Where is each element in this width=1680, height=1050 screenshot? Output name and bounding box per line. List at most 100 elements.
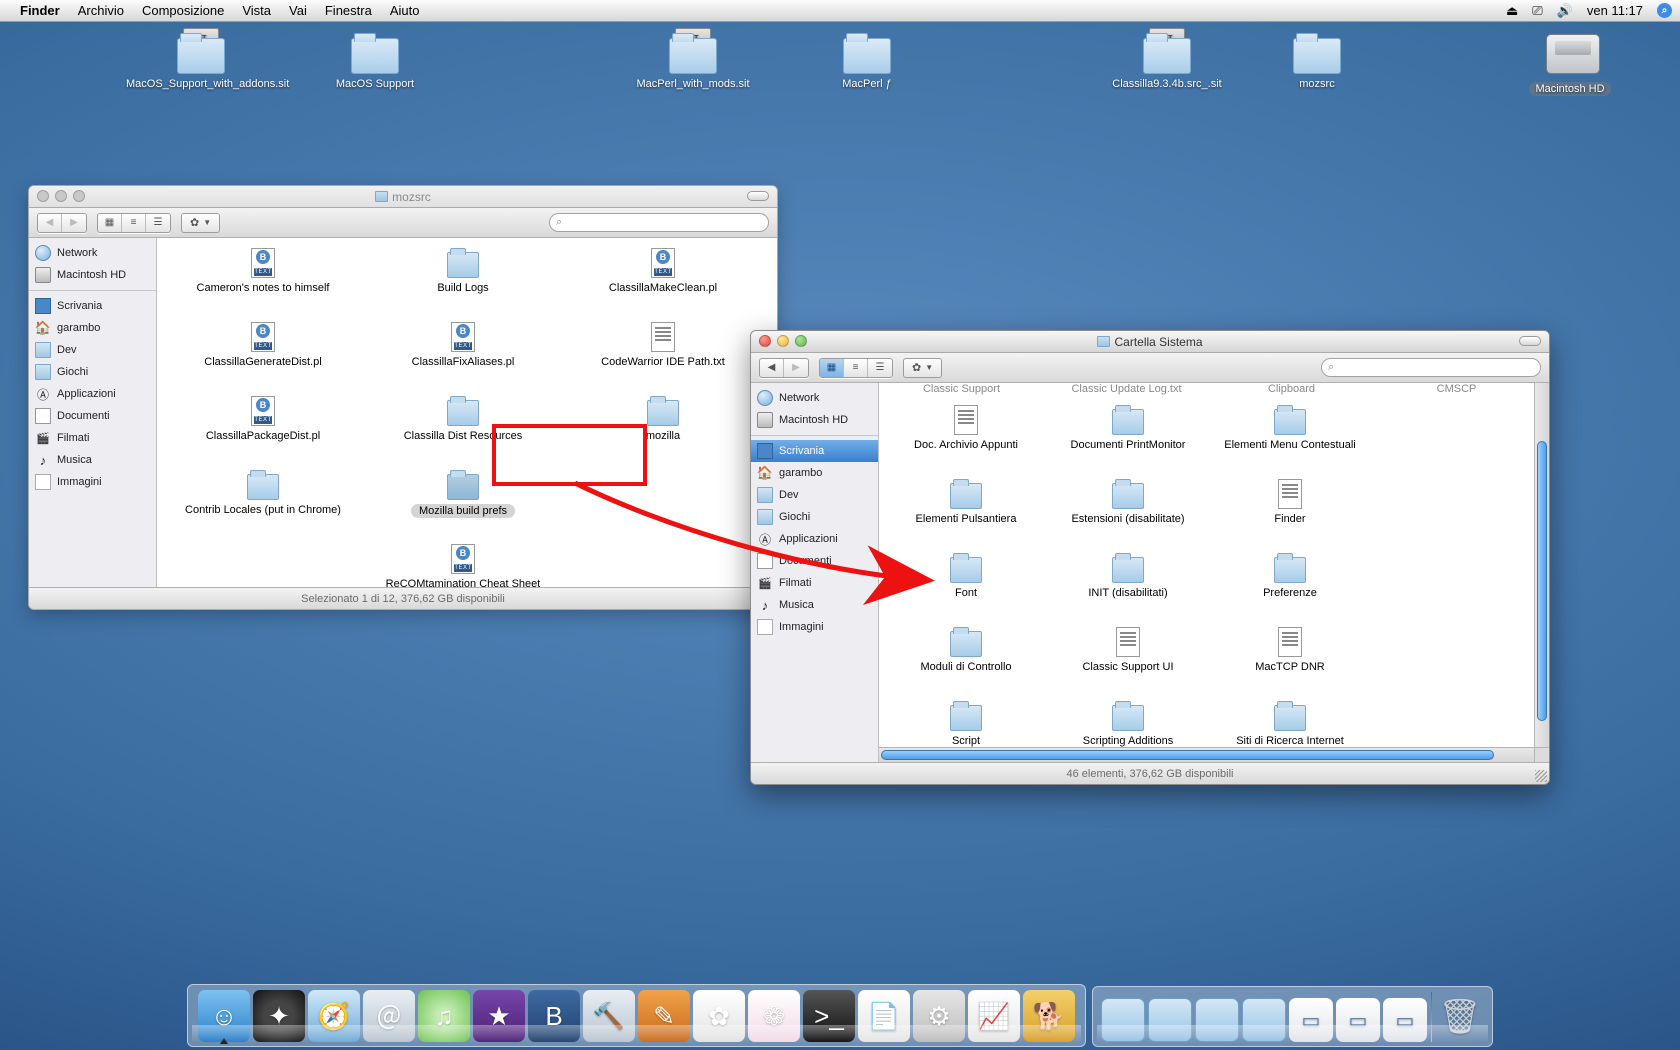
dock-imovie[interactable]: ★ xyxy=(473,990,525,1042)
dock-doc2[interactable]: ▭ xyxy=(1336,998,1380,1042)
window-sistema[interactable]: Cartella Sistema ◀ ▶ ▦ ≡ ☰ ✿▼ ⌕ NetworkM… xyxy=(750,330,1550,785)
file-item[interactable]: Classilla Dist Resources xyxy=(363,396,563,466)
dock-flower[interactable]: ❁ xyxy=(748,990,800,1042)
app-menu[interactable]: Finder xyxy=(20,3,60,18)
file-item[interactable]: Elementi Menu Contestuali xyxy=(1209,405,1371,475)
sidebar-item[interactable]: 🏠garambo xyxy=(751,462,878,484)
file-item[interactable]: Moduli di Controllo xyxy=(885,627,1047,697)
file-item[interactable]: Classic Update Log.txt xyxy=(1044,383,1209,401)
minimize-button[interactable] xyxy=(777,335,789,347)
toolbar-toggle[interactable] xyxy=(1519,336,1541,346)
sidebar-item[interactable]: Dev xyxy=(29,339,156,361)
desktop-item[interactable]: SITMacOS_Support_with_addons.sit xyxy=(126,30,276,90)
dock-folder2[interactable] xyxy=(1148,998,1192,1042)
dock-activity[interactable]: 📈 xyxy=(968,990,1020,1042)
menu-aiuto[interactable]: Aiuto xyxy=(390,3,420,18)
dock-folder1[interactable] xyxy=(1101,998,1145,1042)
titlebar[interactable]: Cartella Sistema xyxy=(751,331,1549,353)
file-item[interactable]: ClassillaMakeClean.pl xyxy=(563,248,763,318)
dock-doc3[interactable]: ▭ xyxy=(1383,998,1427,1042)
file-item[interactable]: Cameron's notes to himself xyxy=(163,248,363,318)
desktop-hd[interactable]: Macintosh HD xyxy=(1510,34,1630,96)
sidebar-item[interactable]: Giochi xyxy=(29,361,156,383)
file-item[interactable]: Font xyxy=(885,553,1047,623)
dock-doc1[interactable]: ▭ xyxy=(1289,998,1333,1042)
eject-icon[interactable]: ⏏ xyxy=(1506,3,1518,19)
sidebar-item[interactable]: Documenti xyxy=(29,405,156,427)
file-item[interactable]: Classic Support xyxy=(879,383,1044,401)
vertical-scrollbar[interactable] xyxy=(1534,383,1549,762)
menu-vai[interactable]: Vai xyxy=(289,3,307,18)
forward-button[interactable]: ▶ xyxy=(784,359,808,377)
action-menu[interactable]: ✿▼ xyxy=(181,213,220,233)
sidebar-item[interactable]: Scrivania xyxy=(29,295,156,317)
view-icon[interactable]: ▦ xyxy=(820,359,844,377)
spotlight-icon[interactable]: ⌕ xyxy=(1657,3,1672,18)
sidebar-item[interactable]: Dev xyxy=(751,484,878,506)
close-button[interactable] xyxy=(37,190,49,202)
desktop-item[interactable]: MacPerl ƒ xyxy=(792,30,942,90)
dock-trash[interactable]: 🗑 xyxy=(1436,992,1484,1042)
sidebar-item[interactable]: Giochi xyxy=(751,506,878,528)
dock-ps[interactable]: ✿ xyxy=(693,990,745,1042)
sidebar-item[interactable]: Immagini xyxy=(29,471,156,493)
minimize-button[interactable] xyxy=(55,190,67,202)
dock-folder4[interactable] xyxy=(1242,998,1286,1042)
file-item[interactable]: Estensioni (disabilitate) xyxy=(1047,479,1209,549)
search-field[interactable]: ⌕ xyxy=(1321,358,1541,377)
resize-grip[interactable] xyxy=(1534,747,1549,762)
toolbar-toggle[interactable] xyxy=(747,191,769,201)
action-menu[interactable]: ✿▼ xyxy=(903,358,942,378)
file-item[interactable]: MacTCP DNR xyxy=(1209,627,1371,697)
dock-xcode[interactable]: 🔨 xyxy=(583,990,635,1042)
volume-icon[interactable]: 🔊 xyxy=(1557,3,1573,19)
close-button[interactable] xyxy=(759,335,771,347)
back-button[interactable]: ◀ xyxy=(760,359,784,377)
dock-dashboard[interactable]: ✦ xyxy=(253,990,305,1042)
sidebar-item[interactable]: 🎬Filmati xyxy=(751,572,878,594)
view-list[interactable]: ≡ xyxy=(844,359,868,377)
sidebar-item[interactable]: Macintosh HD xyxy=(29,264,156,286)
sidebar-item[interactable]: ⒶApplicazioni xyxy=(29,383,156,405)
file-item[interactable]: Elementi Pulsantiera xyxy=(885,479,1047,549)
dock-itunes[interactable]: ♫ xyxy=(418,990,470,1042)
desktop-item[interactable]: SITMacPerl_with_mods.sit xyxy=(618,30,768,90)
view-icon[interactable]: ▦ xyxy=(98,214,122,232)
dock-finder[interactable]: ☺ xyxy=(198,990,250,1042)
file-item[interactable]: Preferenze xyxy=(1209,553,1371,623)
sidebar-item[interactable]: Documenti xyxy=(751,550,878,572)
sidebar-item[interactable]: 🎬Filmati xyxy=(29,427,156,449)
zoom-button[interactable] xyxy=(73,190,85,202)
sidebar-item[interactable]: Scrivania xyxy=(751,440,878,462)
search-input[interactable] xyxy=(566,217,762,229)
file-item[interactable]: ClassillaPackageDist.pl xyxy=(163,396,363,466)
desktop-item[interactable]: MacOS Support xyxy=(300,30,450,90)
file-item[interactable]: Mozilla build prefs xyxy=(363,470,563,540)
file-item[interactable]: Classic Support UI xyxy=(1047,627,1209,697)
file-item[interactable]: CodeWarrior IDE Path.txt xyxy=(563,322,763,392)
file-item[interactable]: ClassillaFixAliases.pl xyxy=(363,322,563,392)
sidebar-item[interactable]: Macintosh HD xyxy=(751,409,878,431)
menu-archivio[interactable]: Archivio xyxy=(78,3,124,18)
view-column[interactable]: ☰ xyxy=(868,359,892,377)
displays-icon[interactable]: ⎚ xyxy=(1532,3,1542,19)
file-item[interactable]: INIT (disabilitati) xyxy=(1047,553,1209,623)
file-item[interactable]: Clipboard xyxy=(1209,383,1374,401)
sidebar-item[interactable]: ♪Musica xyxy=(29,449,156,471)
file-item[interactable]: CMSCP xyxy=(1374,383,1539,401)
scroll-thumb[interactable] xyxy=(881,750,1494,760)
sidebar-item[interactable]: ♪Musica xyxy=(751,594,878,616)
desktop-item[interactable]: mozsrc xyxy=(1242,30,1392,90)
desktop-item[interactable]: SITClassilla9.3.4b.src_.sit xyxy=(1092,30,1242,90)
file-item[interactable]: Build Logs xyxy=(363,248,563,318)
sidebar-item[interactable]: 🏠garambo xyxy=(29,317,156,339)
file-item[interactable]: Finder xyxy=(1209,479,1371,549)
file-item[interactable]: ClassillaGenerateDist.pl xyxy=(163,322,363,392)
file-item[interactable]: ReCOMtamination Cheat Sheet xyxy=(363,544,563,587)
content-area[interactable]: Cameron's notes to himselfBuild LogsClas… xyxy=(157,238,777,587)
sidebar-item[interactable]: Immagini xyxy=(751,616,878,638)
dock-ai[interactable]: ✎ xyxy=(638,990,690,1042)
dock-textedit[interactable]: 📄 xyxy=(858,990,910,1042)
dock-safari[interactable]: 🧭 xyxy=(308,990,360,1042)
search-input[interactable] xyxy=(1338,362,1534,374)
